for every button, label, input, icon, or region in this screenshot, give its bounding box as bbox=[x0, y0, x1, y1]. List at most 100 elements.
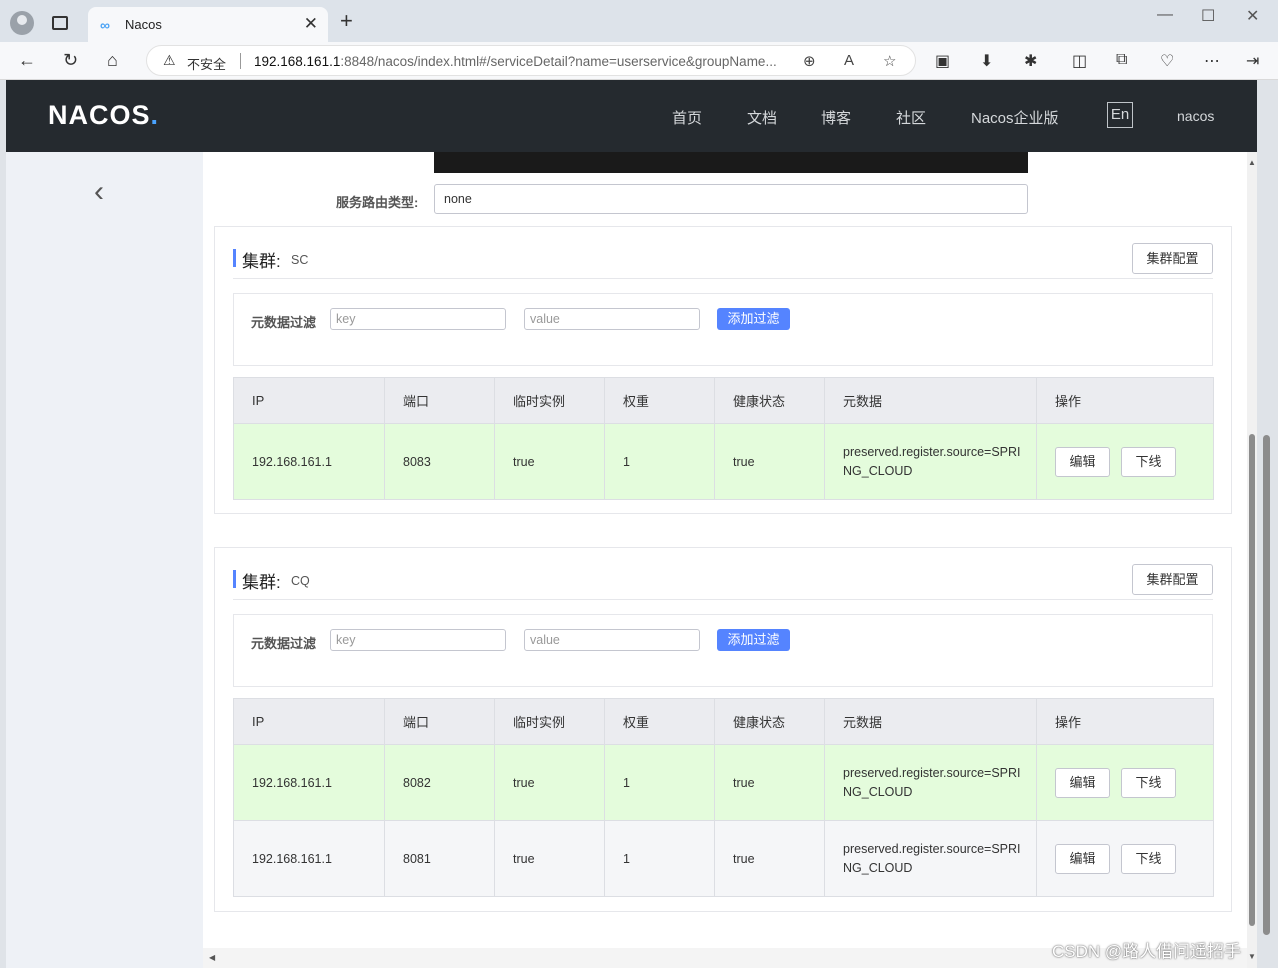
reload-icon[interactable]: ↻ bbox=[63, 50, 78, 71]
url-text[interactable]: 192.168.161.1:8848/nacos/index.html#/ser… bbox=[254, 54, 777, 69]
sidebar-toggle-icon[interactable]: ⇥ bbox=[1246, 51, 1259, 71]
extensions-puzzle-icon[interactable]: ✱ bbox=[1024, 51, 1037, 71]
profile-avatar-icon[interactable] bbox=[10, 11, 34, 35]
col-metadata: 元数据 bbox=[824, 377, 1037, 424]
browser-tabbar: ∞ Nacos ✕ + — ☐ ✕ bbox=[0, 0, 1278, 42]
minimize-icon[interactable]: — bbox=[1157, 6, 1173, 24]
performance-icon[interactable]: ♡ bbox=[1160, 51, 1174, 71]
metadata-filter: 元数据过滤 key value 添加过滤 bbox=[233, 293, 1213, 366]
user-menu[interactable]: nacos bbox=[1177, 108, 1214, 124]
edit-button[interactable]: 编辑 bbox=[1055, 446, 1110, 477]
table-header-row: IP 端口 临时实例 权重 健康状态 元数据 操作 bbox=[233, 698, 1214, 745]
col-ephemeral: 临时实例 bbox=[494, 377, 605, 424]
edit-button[interactable]: 编辑 bbox=[1055, 843, 1110, 874]
cell-ip: 192.168.161.1 bbox=[233, 423, 385, 500]
col-ip: IP bbox=[233, 377, 385, 424]
table-row: 192.168.161.1 8081 true 1 true preserved… bbox=[233, 820, 1214, 897]
close-tab-icon[interactable]: ✕ bbox=[304, 14, 318, 34]
col-port: 端口 bbox=[384, 698, 495, 745]
insecure-label[interactable]: 不安全 bbox=[187, 54, 226, 73]
language-switch-button[interactable]: En bbox=[1107, 102, 1133, 128]
cell-ephemeral: true bbox=[494, 820, 605, 897]
download-extension-icon[interactable]: ⬇ bbox=[980, 51, 993, 71]
cell-health: true bbox=[714, 744, 825, 821]
scrollbar-thumb[interactable] bbox=[1249, 434, 1255, 926]
nav-enterprise[interactable]: Nacos企业版 bbox=[971, 107, 1059, 128]
route-type-input[interactable]: none bbox=[434, 184, 1028, 214]
instance-table: IP 端口 临时实例 权重 健康状态 元数据 操作 192.168.161.1 … bbox=[233, 698, 1214, 897]
col-metadata: 元数据 bbox=[824, 698, 1037, 745]
metadata-filter-label: 元数据过滤 bbox=[251, 636, 317, 651]
read-aloud-icon[interactable]: A bbox=[844, 52, 854, 69]
browser-scrollbar[interactable] bbox=[1257, 80, 1278, 968]
cell-port: 8082 bbox=[384, 744, 495, 821]
scroll-down-arrow-icon[interactable]: ▼ bbox=[1247, 952, 1257, 961]
browser-tab[interactable]: ∞ Nacos ✕ bbox=[88, 7, 328, 42]
cell-health: true bbox=[714, 423, 825, 500]
accent-bar bbox=[233, 249, 236, 267]
collections-icon[interactable]: ⧉ bbox=[1116, 51, 1127, 69]
nav-blog[interactable]: 博客 bbox=[821, 107, 851, 128]
metadata-text: preserved.register.source=SPRING_CLOUD bbox=[843, 444, 1021, 478]
service-detail-content: 服务路由类型: none 集群: SC 集群配置 元数据过滤 key value… bbox=[203, 152, 1243, 948]
cell-port: 8083 bbox=[384, 423, 495, 500]
maximize-icon[interactable]: ☐ bbox=[1201, 6, 1215, 26]
cluster-config-button[interactable]: 集群配置 bbox=[1132, 243, 1213, 274]
extension-icon[interactable]: ▣ bbox=[935, 51, 950, 71]
cell-weight: 1 bbox=[604, 820, 715, 897]
content-scrollbar[interactable]: ▲ ▼ bbox=[1247, 152, 1257, 968]
browser-toolbar: ← ↻ ⌂ ⚠ 不安全 192.168.161.1:8848/nacos/ind… bbox=[0, 42, 1278, 80]
back-chevron-icon[interactable]: ‹ bbox=[94, 175, 104, 209]
redacted-field bbox=[434, 152, 1028, 173]
cluster-name: CQ bbox=[291, 574, 310, 588]
split-screen-icon[interactable]: ◫ bbox=[1072, 51, 1087, 71]
zoom-icon[interactable]: ⊕ bbox=[803, 52, 816, 70]
nav-home[interactable]: 首页 bbox=[672, 107, 702, 128]
instance-table: IP 端口 临时实例 权重 健康状态 元数据 操作 192.168.161.1 … bbox=[233, 377, 1214, 500]
cluster-header: 集群: CQ 集群配置 bbox=[233, 564, 1213, 600]
col-health: 健康状态 bbox=[714, 377, 825, 424]
more-options-icon[interactable]: ⋯ bbox=[1204, 51, 1220, 71]
filter-key-input[interactable]: key bbox=[330, 308, 506, 330]
address-bar[interactable]: ⚠ 不安全 192.168.161.1:8848/nacos/index.htm… bbox=[146, 45, 916, 76]
browser-scrollbar-thumb[interactable] bbox=[1263, 435, 1270, 935]
csdn-watermark: CSDN @路人借问遥招手 bbox=[1052, 942, 1242, 961]
tab-actions-icon[interactable] bbox=[52, 16, 68, 30]
cluster-header: 集群: SC 集群配置 bbox=[233, 243, 1213, 279]
cluster-name: SC bbox=[291, 253, 309, 267]
window-close-icon[interactable]: ✕ bbox=[1246, 6, 1259, 26]
filter-key-input[interactable]: key bbox=[330, 629, 506, 651]
back-arrow-icon[interactable]: ← bbox=[18, 50, 36, 71]
nacos-header: NACOS. 首页 文档 博客 社区 Nacos企业版 En nacos bbox=[6, 80, 1257, 152]
offline-button[interactable]: 下线 bbox=[1121, 767, 1176, 798]
cell-actions: 编辑 下线 bbox=[1036, 744, 1214, 821]
col-actions: 操作 bbox=[1036, 377, 1214, 424]
offline-button[interactable]: 下线 bbox=[1121, 446, 1176, 477]
warning-icon[interactable]: ⚠ bbox=[163, 52, 176, 69]
cell-ip: 192.168.161.1 bbox=[233, 820, 385, 897]
filter-value-input[interactable]: value bbox=[524, 308, 700, 330]
new-tab-icon[interactable]: + bbox=[340, 8, 353, 34]
cluster-config-button[interactable]: 集群配置 bbox=[1132, 564, 1213, 595]
cluster-panel: 集群: CQ 集群配置 元数据过滤 key value 添加过滤 IP 端口 临… bbox=[214, 547, 1232, 912]
cell-port: 8081 bbox=[384, 820, 495, 897]
nav-community[interactable]: 社区 bbox=[896, 107, 926, 128]
metadata-text: preserved.register.source=SPRING_CLOUD bbox=[843, 841, 1021, 875]
page-viewport: NACOS. 首页 文档 博客 社区 Nacos企业版 En nacos ‹ 服… bbox=[6, 80, 1257, 968]
add-filter-button[interactable]: 添加过滤 bbox=[717, 629, 790, 651]
offline-button[interactable]: 下线 bbox=[1121, 843, 1176, 874]
route-type-label: 服务路由类型: bbox=[336, 195, 419, 210]
home-icon[interactable]: ⌂ bbox=[107, 50, 118, 71]
scroll-left-arrow-icon[interactable]: ◀ bbox=[209, 953, 215, 962]
metadata-filter: 元数据过滤 key value 添加过滤 bbox=[233, 614, 1213, 687]
nacos-logo[interactable]: NACOS. bbox=[48, 100, 159, 131]
col-actions: 操作 bbox=[1036, 698, 1214, 745]
table-row: 192.168.161.1 8082 true 1 true preserved… bbox=[233, 744, 1214, 821]
tab-title: Nacos bbox=[125, 17, 162, 32]
nav-docs[interactable]: 文档 bbox=[747, 107, 777, 128]
edit-button[interactable]: 编辑 bbox=[1055, 767, 1110, 798]
scroll-up-arrow-icon[interactable]: ▲ bbox=[1247, 158, 1257, 167]
filter-value-input[interactable]: value bbox=[524, 629, 700, 651]
favorite-star-icon[interactable]: ☆ bbox=[883, 52, 896, 70]
add-filter-button[interactable]: 添加过滤 bbox=[717, 308, 790, 330]
